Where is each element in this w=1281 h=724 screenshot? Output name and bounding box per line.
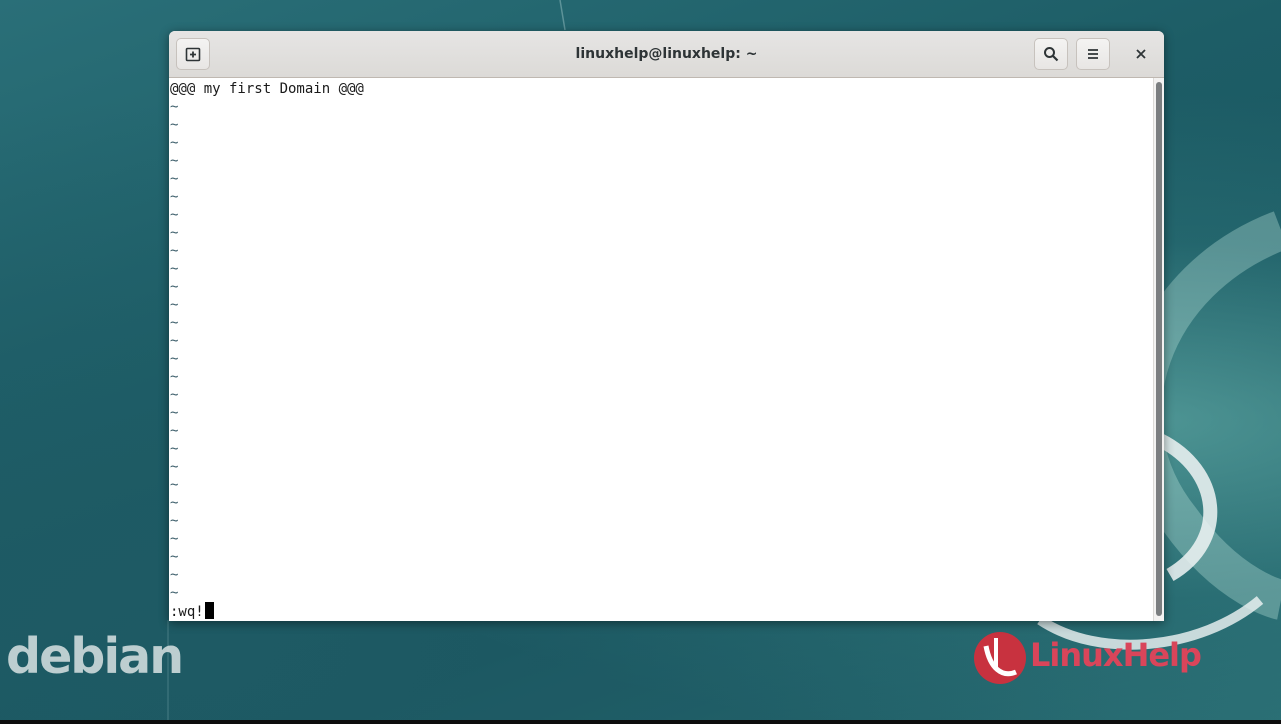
tilde-line-marker: ~ — [170, 315, 179, 331]
linuxhelp-logo-icon — [974, 632, 1026, 684]
tilde-line-marker: ~ — [170, 477, 179, 493]
new-tab-button[interactable] — [176, 38, 210, 70]
tilde-line-marker: ~ — [170, 387, 179, 403]
file-content-line: @@@ my first Domain @@@ — [170, 81, 364, 97]
tilde-line-marker: ~ — [170, 531, 179, 547]
window-titlebar[interactable]: linuxhelp@linuxhelp: ~ — [169, 31, 1164, 78]
tilde-line-marker: ~ — [170, 117, 179, 133]
linuxhelp-watermark-text: LinuxHelp — [1030, 636, 1202, 674]
tilde-line-marker: ~ — [170, 459, 179, 475]
tilde-line-marker: ~ — [170, 189, 179, 205]
tilde-line-marker: ~ — [170, 567, 179, 583]
search-button[interactable] — [1034, 38, 1068, 70]
close-icon — [1136, 49, 1146, 59]
tilde-line-marker: ~ — [170, 153, 179, 169]
tilde-line-marker: ~ — [170, 279, 179, 295]
vim-command-text: :wq! — [170, 604, 204, 620]
tilde-line-marker: ~ — [170, 495, 179, 511]
tilde-line-marker: ~ — [170, 297, 179, 313]
tilde-line-marker: ~ — [170, 207, 179, 223]
vim-command-line[interactable]: :wq! — [170, 602, 214, 620]
close-button[interactable] — [1125, 38, 1157, 70]
scrollbar-thumb[interactable] — [1156, 82, 1162, 616]
tilde-line-marker: ~ — [170, 585, 179, 601]
linuxhelp-watermark: LinuxHelp — [972, 628, 1232, 688]
tilde-line-marker: ~ — [170, 441, 179, 457]
tilde-line-marker: ~ — [170, 261, 179, 277]
bottom-edge — [0, 720, 1281, 724]
text-cursor — [204, 602, 214, 619]
menu-button[interactable] — [1076, 38, 1110, 70]
debian-logo: debian — [6, 628, 184, 685]
tilde-line-marker: ~ — [170, 171, 179, 187]
new-tab-icon — [185, 47, 201, 62]
hamburger-menu-icon — [1088, 49, 1098, 59]
terminal-scrollbar[interactable] — [1153, 78, 1164, 621]
tilde-line-marker: ~ — [170, 549, 179, 565]
tilde-line-marker: ~ — [170, 369, 179, 385]
terminal-window: linuxhelp@linuxhelp: ~ @@@ my first Doma… — [169, 31, 1164, 621]
tilde-line-marker: ~ — [170, 225, 179, 241]
tilde-line-marker: ~ — [170, 405, 179, 421]
tilde-line-marker: ~ — [170, 513, 179, 529]
tilde-line-marker: ~ — [170, 351, 179, 367]
terminal-content[interactable]: @@@ my first Domain @@@ ~ ~ ~ ~ ~ ~ ~ ~ ~ ~ ~ ~ ~ ~ ~ ~… — [169, 78, 1153, 621]
tilde-line-marker: ~ — [170, 99, 179, 115]
tilde-line-marker: ~ — [170, 243, 179, 259]
search-icon — [1044, 47, 1059, 62]
tilde-line-marker: ~ — [170, 423, 179, 439]
window-title: linuxhelp@linuxhelp: ~ — [575, 46, 758, 62]
tilde-line-marker: ~ — [170, 333, 179, 349]
tilde-line-marker: ~ — [170, 135, 179, 151]
